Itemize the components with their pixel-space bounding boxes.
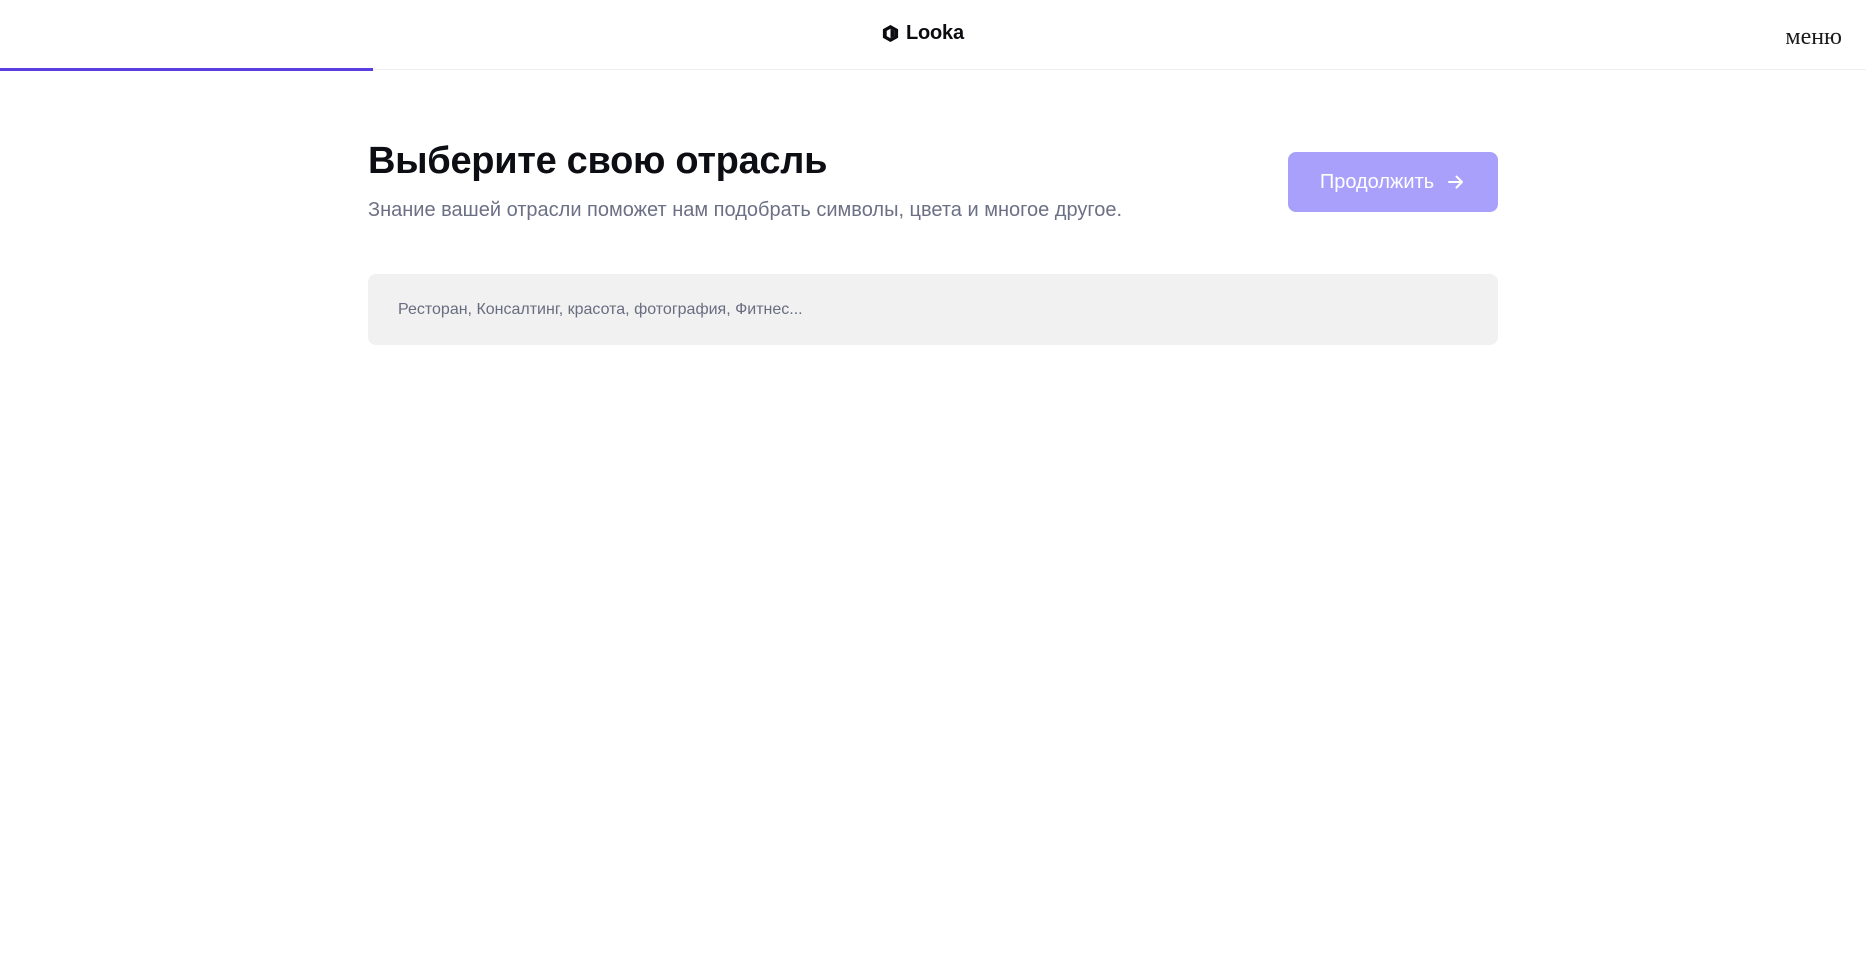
looka-logo-icon xyxy=(882,24,899,43)
top-bar: Looka меню xyxy=(0,0,1866,70)
logo-text: Looka xyxy=(906,22,964,44)
arrow-right-icon xyxy=(1448,175,1464,189)
industry-search-box xyxy=(368,274,1498,345)
page-subtitle: Знание вашей отрасли поможет нам подобра… xyxy=(368,199,1123,221)
continue-button[interactable]: Продолжить xyxy=(1288,152,1498,212)
progress-bar xyxy=(0,68,1866,71)
menu-button[interactable]: меню xyxy=(1785,24,1842,51)
industry-search-input[interactable] xyxy=(368,274,1498,345)
progress-bar-fill xyxy=(0,68,374,71)
page-title: Выберите свою отрасль xyxy=(368,140,828,182)
continue-button-label: Продолжить xyxy=(1319,170,1435,193)
looka-logo[interactable]: Looka xyxy=(881,22,964,45)
